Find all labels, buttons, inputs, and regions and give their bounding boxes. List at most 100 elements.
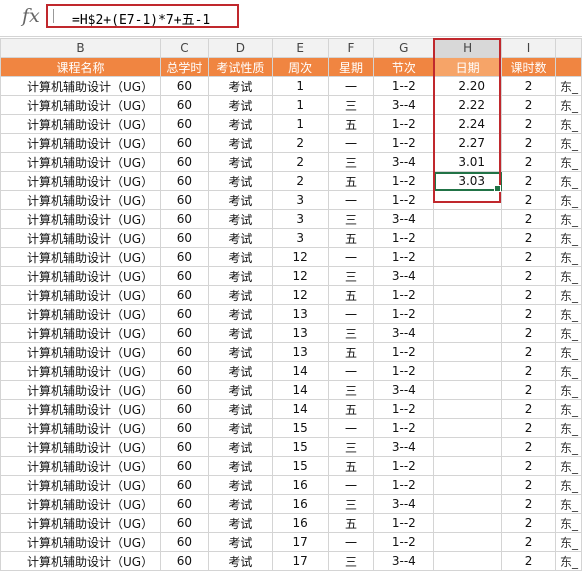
- credits-cell[interactable]: 2: [501, 266, 556, 286]
- date-cell[interactable]: [433, 551, 503, 571]
- extra-cell[interactable]: 东_: [554, 475, 582, 495]
- week-cell[interactable]: 2: [271, 133, 329, 153]
- hours-cell[interactable]: 60: [159, 418, 209, 438]
- exam-cell[interactable]: 考试: [207, 361, 273, 381]
- period-cell[interactable]: 1--2: [373, 475, 435, 495]
- course-cell[interactable]: 计算机辅助设计（UG）: [0, 399, 161, 419]
- hours-cell[interactable]: 60: [159, 399, 209, 419]
- column-header[interactable]: [554, 38, 582, 58]
- week-cell[interactable]: 13: [271, 342, 329, 362]
- hours-cell[interactable]: 60: [159, 323, 209, 343]
- date-cell[interactable]: [433, 475, 503, 495]
- day-cell[interactable]: 三: [327, 266, 375, 286]
- credits-cell[interactable]: 2: [501, 494, 556, 514]
- credits-cell[interactable]: 2: [501, 475, 556, 495]
- course-cell[interactable]: 计算机辅助设计（UG）: [0, 228, 161, 248]
- column-header[interactable]: H: [433, 38, 503, 58]
- header-cell[interactable]: 总学时: [159, 57, 209, 77]
- date-cell[interactable]: 3.03: [433, 171, 503, 191]
- credits-cell[interactable]: 2: [501, 228, 556, 248]
- date-cell[interactable]: [433, 399, 503, 419]
- column-header[interactable]: F: [327, 38, 375, 58]
- course-cell[interactable]: 计算机辅助设计（UG）: [0, 380, 161, 400]
- day-cell[interactable]: 一: [327, 532, 375, 552]
- date-cell[interactable]: [433, 380, 503, 400]
- course-cell[interactable]: 计算机辅助设计（UG）: [0, 247, 161, 267]
- date-cell[interactable]: [433, 266, 503, 286]
- period-cell[interactable]: 1--2: [373, 114, 435, 134]
- header-cell[interactable]: 课程名称: [0, 57, 161, 77]
- extra-cell[interactable]: 东_: [554, 266, 582, 286]
- hours-cell[interactable]: 60: [159, 304, 209, 324]
- day-cell[interactable]: 五: [327, 513, 375, 533]
- period-cell[interactable]: 1--2: [373, 418, 435, 438]
- credits-cell[interactable]: 2: [501, 171, 556, 191]
- week-cell[interactable]: 12: [271, 247, 329, 267]
- credits-cell[interactable]: 2: [501, 304, 556, 324]
- course-cell[interactable]: 计算机辅助设计（UG）: [0, 437, 161, 457]
- week-cell[interactable]: 2: [271, 152, 329, 172]
- credits-cell[interactable]: 2: [501, 532, 556, 552]
- day-cell[interactable]: 一: [327, 361, 375, 381]
- period-cell[interactable]: 1--2: [373, 513, 435, 533]
- week-cell[interactable]: 15: [271, 418, 329, 438]
- column-header[interactable]: E: [271, 38, 329, 58]
- column-header[interactable]: I: [501, 38, 556, 58]
- course-cell[interactable]: 计算机辅助设计（UG）: [0, 361, 161, 381]
- extra-cell[interactable]: 东_: [554, 171, 582, 191]
- hours-cell[interactable]: 60: [159, 494, 209, 514]
- day-cell[interactable]: 三: [327, 437, 375, 457]
- credits-cell[interactable]: 2: [501, 152, 556, 172]
- course-cell[interactable]: 计算机辅助设计（UG）: [0, 171, 161, 191]
- week-cell[interactable]: 2: [271, 171, 329, 191]
- header-cell[interactable]: [554, 57, 582, 77]
- period-cell[interactable]: 1--2: [373, 190, 435, 210]
- week-cell[interactable]: 12: [271, 266, 329, 286]
- day-cell[interactable]: 三: [327, 551, 375, 571]
- day-cell[interactable]: 五: [327, 399, 375, 419]
- course-cell[interactable]: 计算机辅助设计（UG）: [0, 95, 161, 115]
- extra-cell[interactable]: 东_: [554, 456, 582, 476]
- day-cell[interactable]: 一: [327, 247, 375, 267]
- date-cell[interactable]: [433, 513, 503, 533]
- week-cell[interactable]: 14: [271, 399, 329, 419]
- day-cell[interactable]: 五: [327, 342, 375, 362]
- period-cell[interactable]: 1--2: [373, 361, 435, 381]
- course-cell[interactable]: 计算机辅助设计（UG）: [0, 418, 161, 438]
- credits-cell[interactable]: 2: [501, 209, 556, 229]
- course-cell[interactable]: 计算机辅助设计（UG）: [0, 475, 161, 495]
- course-cell[interactable]: 计算机辅助设计（UG）: [0, 266, 161, 286]
- hours-cell[interactable]: 60: [159, 532, 209, 552]
- course-cell[interactable]: 计算机辅助设计（UG）: [0, 285, 161, 305]
- hours-cell[interactable]: 60: [159, 190, 209, 210]
- credits-cell[interactable]: 2: [501, 380, 556, 400]
- header-cell[interactable]: 星期: [327, 57, 375, 77]
- course-cell[interactable]: 计算机辅助设计（UG）: [0, 304, 161, 324]
- extra-cell[interactable]: 东_: [554, 323, 582, 343]
- header-cell[interactable]: 课时数: [501, 57, 556, 77]
- extra-cell[interactable]: 东_: [554, 437, 582, 457]
- extra-cell[interactable]: 东_: [554, 76, 582, 96]
- extra-cell[interactable]: 东_: [554, 285, 582, 305]
- day-cell[interactable]: 一: [327, 418, 375, 438]
- date-cell[interactable]: [433, 323, 503, 343]
- date-cell[interactable]: [433, 494, 503, 514]
- period-cell[interactable]: 1--2: [373, 342, 435, 362]
- hours-cell[interactable]: 60: [159, 209, 209, 229]
- period-cell[interactable]: 1--2: [373, 247, 435, 267]
- period-cell[interactable]: 3--4: [373, 437, 435, 457]
- week-cell[interactable]: 1: [271, 95, 329, 115]
- day-cell[interactable]: 一: [327, 133, 375, 153]
- extra-cell[interactable]: 东_: [554, 513, 582, 533]
- extra-cell[interactable]: 东_: [554, 494, 582, 514]
- exam-cell[interactable]: 考试: [207, 247, 273, 267]
- date-cell[interactable]: [433, 190, 503, 210]
- date-cell[interactable]: [433, 228, 503, 248]
- day-cell[interactable]: 五: [327, 456, 375, 476]
- week-cell[interactable]: 16: [271, 513, 329, 533]
- week-cell[interactable]: 16: [271, 494, 329, 514]
- day-cell[interactable]: 三: [327, 152, 375, 172]
- extra-cell[interactable]: 东_: [554, 247, 582, 267]
- extra-cell[interactable]: 东_: [554, 342, 582, 362]
- extra-cell[interactable]: 东_: [554, 380, 582, 400]
